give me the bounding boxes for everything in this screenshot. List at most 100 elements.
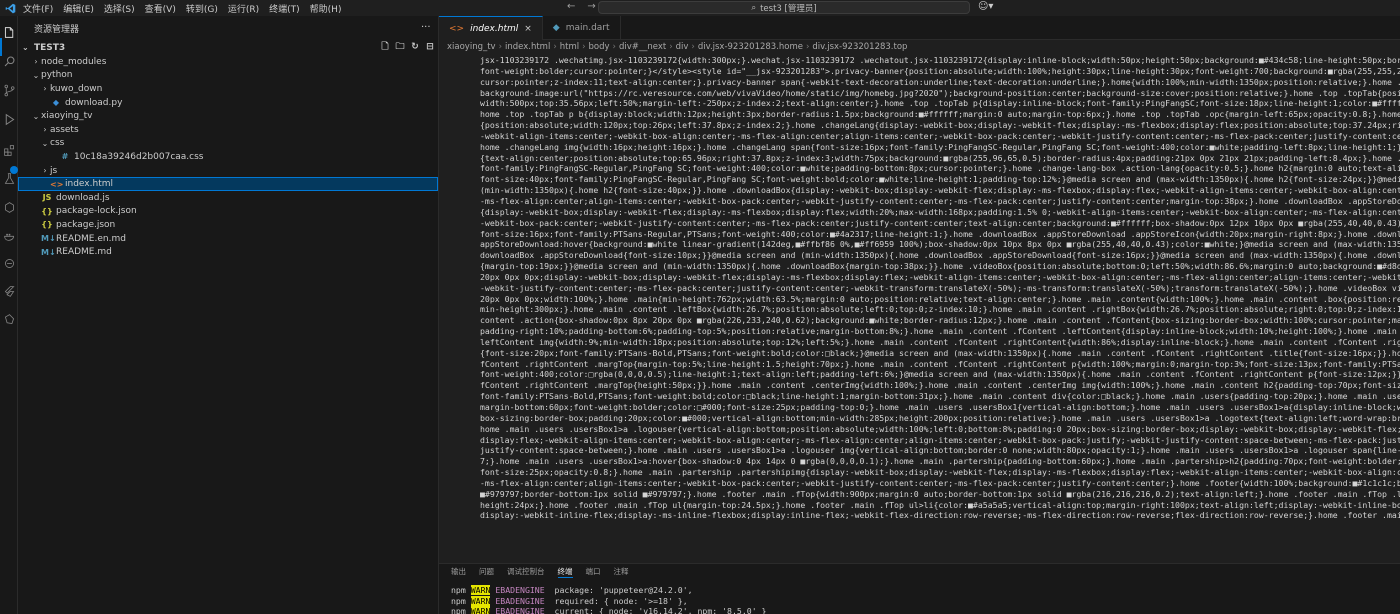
tree-item[interactable]: M↓ README.en.md xyxy=(18,232,438,246)
terminal-line: npm WARN EBADENGINE current: { node: 'v1… xyxy=(451,606,1400,614)
warn-code: EBADENGINE xyxy=(495,606,545,614)
code-line: downloadBox .appStoreDownload{font-size:… xyxy=(480,250,1400,261)
menu-item[interactable]: 运行(R) xyxy=(228,2,259,15)
tree-item-label: README.md xyxy=(56,247,112,258)
tree-item[interactable]: M↓ README.md xyxy=(18,245,438,259)
tree-item[interactable]: › kuwo_down xyxy=(18,82,438,96)
breadcrumb-item[interactable]: body xyxy=(589,42,610,52)
html-file-icon: <> xyxy=(50,179,64,189)
menu-item[interactable]: 终端(T) xyxy=(269,2,300,15)
remote-explorer-icon[interactable] xyxy=(2,200,16,214)
code-line: font-family:PTSans-Bold,PTSans;font-weig… xyxy=(480,391,1400,402)
panel-tab[interactable]: 输出 xyxy=(451,566,466,577)
breadcrumb-item[interactable]: div.jsx-923201283.top xyxy=(812,42,907,52)
tree-item[interactable]: #10c18a39246d2b007caa.css xyxy=(18,150,438,164)
close-icon[interactable]: × xyxy=(524,24,532,34)
tree-item[interactable]: ⌄ python xyxy=(18,69,438,83)
command-center-search[interactable]: ⌕ test3 [管理员] xyxy=(598,1,970,14)
chevron-right-icon: › xyxy=(34,57,38,67)
breadcrumb-item[interactable]: xiaoying_tv xyxy=(447,42,496,52)
forward-arrow-icon[interactable]: → xyxy=(587,1,595,12)
tab-index-html[interactable]: <> index.html × xyxy=(439,16,543,40)
panel-tab[interactable]: 调试控制台 xyxy=(507,566,545,577)
breadcrumb-item[interactable]: div#__next xyxy=(619,42,666,52)
run-debug-icon[interactable] xyxy=(2,112,16,126)
explorer-header: 资源管理器 ··· xyxy=(18,16,438,40)
warn-text: current: { node: 'v16.14.2', npm: '8.5.0… xyxy=(544,606,767,614)
explorer-icon[interactable] xyxy=(2,25,16,39)
breadcrumb-item[interactable]: div.jsx-923201283.home xyxy=(698,42,803,52)
warn-badge: WARN xyxy=(470,595,491,606)
chevron-right-icon: › xyxy=(806,41,810,52)
menu-item[interactable]: 文件(F) xyxy=(23,2,53,15)
new-file-icon[interactable]: 🗋 xyxy=(380,42,390,52)
code-line: jsx-1103239172 .wechatimg.jsx-1103239172… xyxy=(480,55,1400,65)
code-line: home .top .topTab p b{display:block;widt… xyxy=(480,109,1400,120)
html-file-icon: <> xyxy=(449,23,465,34)
terminal-output[interactable]: npm WARN EBADENGINE package: 'puppeteer@… xyxy=(439,579,1400,614)
code-line: {margin-top:19px;}}@media screen and (mi… xyxy=(480,261,1400,272)
tree-item[interactable]: ◆ download.py xyxy=(18,96,438,110)
docker-icon[interactable] xyxy=(2,228,16,242)
tree-item[interactable]: JS download.js xyxy=(18,191,438,205)
warn-badge: WARN xyxy=(470,585,491,595)
code-line: -webkit-align-items:center;-webkit-box-a… xyxy=(480,130,1400,141)
tree-item-label: node_modules xyxy=(41,56,107,67)
copilot-icon[interactable]: ☺▾ xyxy=(978,1,993,12)
chevron-down-icon: ⌄ xyxy=(32,70,40,80)
collapse-all-icon[interactable]: ⊟ xyxy=(425,42,435,52)
menu-item[interactable]: 帮助(H) xyxy=(310,2,342,15)
code-view[interactable]: jsx-1103239172 .wechatimg.jsx-1103239172… xyxy=(439,55,1400,563)
tongyi-icon[interactable] xyxy=(2,256,16,270)
menu-bar: 文件(F) 编辑(E) 选择(S) 查看(V) 转到(G) 运行(R) 终端(T) 帮助(H) xyxy=(23,2,341,15)
tab-main-dart[interactable]: ◆ main.dart xyxy=(543,16,621,40)
breadcrumb: xiaoying_tv › index.html › html › body › div#__n… xyxy=(439,40,1400,53)
panel-tab[interactable]: 终端 xyxy=(557,566,573,578)
dart-icon[interactable] xyxy=(2,312,16,326)
code-line: 20px 0px 0px;display:-webkit-box;display… xyxy=(480,271,1400,282)
breadcrumb-item[interactable]: div xyxy=(676,42,689,52)
tree-item[interactable]: ⌄ xiaoying_tv xyxy=(18,109,438,123)
tree-item-label: download.js xyxy=(56,192,110,203)
tree-item[interactable]: {} package.json xyxy=(18,218,438,232)
more-actions-icon[interactable]: ··· xyxy=(421,22,431,33)
code-line: font-weight:bolder;cursor:pointer;}</sty… xyxy=(480,65,1400,76)
panel-tab[interactable]: 问题 xyxy=(479,566,494,577)
search-icon[interactable] xyxy=(2,54,16,68)
menu-item[interactable]: 查看(V) xyxy=(145,2,176,15)
npm-prefix: npm xyxy=(451,606,471,614)
new-folder-icon[interactable]: 🗀 xyxy=(395,42,405,52)
source-control-icon[interactable] xyxy=(2,83,16,97)
tree-item[interactable]: › js xyxy=(18,164,438,178)
tree-item[interactable]: › node_modules xyxy=(18,55,438,69)
code-line: fContent .rightContent .margTop{margin-t… xyxy=(480,358,1400,369)
menu-item[interactable]: 转到(G) xyxy=(186,2,218,15)
tree-item[interactable]: {} package-lock.json xyxy=(18,205,438,219)
chevron-down-icon: ⌄ xyxy=(32,111,40,121)
tree-item[interactable]: › assets xyxy=(18,123,438,137)
code-line: justify-content:space-between;}.home .ma… xyxy=(480,445,1400,456)
project-name: TEST3 xyxy=(34,42,66,53)
flutter-icon[interactable] xyxy=(2,284,16,298)
menu-item[interactable]: 选择(S) xyxy=(104,2,135,15)
menu-item[interactable]: 编辑(E) xyxy=(63,2,94,15)
nav-arrows: ← → xyxy=(567,1,596,12)
tree-item[interactable]: <> index.html xyxy=(18,177,438,191)
title-bar: 文件(F) 编辑(E) 选择(S) 查看(V) 转到(G) 运行(R) 终端(T) 帮助(H)… xyxy=(0,0,1400,16)
terminal-line: npm WARN EBADENGINE package: 'puppeteer@… xyxy=(451,585,1400,596)
panel-tab[interactable]: 注释 xyxy=(614,566,629,577)
back-arrow-icon[interactable]: ← xyxy=(567,1,575,12)
code-line: home .main .users .usersBox1>a .logouser… xyxy=(480,423,1400,434)
tree-item[interactable]: ⌄ css xyxy=(18,137,438,151)
code-line: ■#979797;border-bottom:1px solid ■#97979… xyxy=(480,488,1400,499)
code-line: {display:-webkit-box;display:-webkit-fle… xyxy=(480,206,1400,217)
code-line: -webkit-justify-content:center;-ms-flex-… xyxy=(480,282,1400,293)
refresh-icon[interactable]: ↻ xyxy=(410,42,420,52)
panel-tab[interactable]: 端口 xyxy=(586,566,601,577)
activity-bar xyxy=(0,16,18,614)
testing-icon[interactable] xyxy=(2,171,16,185)
breadcrumb-item[interactable]: html xyxy=(560,42,579,52)
project-section[interactable]: ⌄ TEST3 🗋 🗀 ↻ ⊟ xyxy=(18,40,438,55)
breadcrumb-item[interactable]: index.html xyxy=(505,42,550,52)
extensions-icon[interactable] xyxy=(2,143,16,157)
